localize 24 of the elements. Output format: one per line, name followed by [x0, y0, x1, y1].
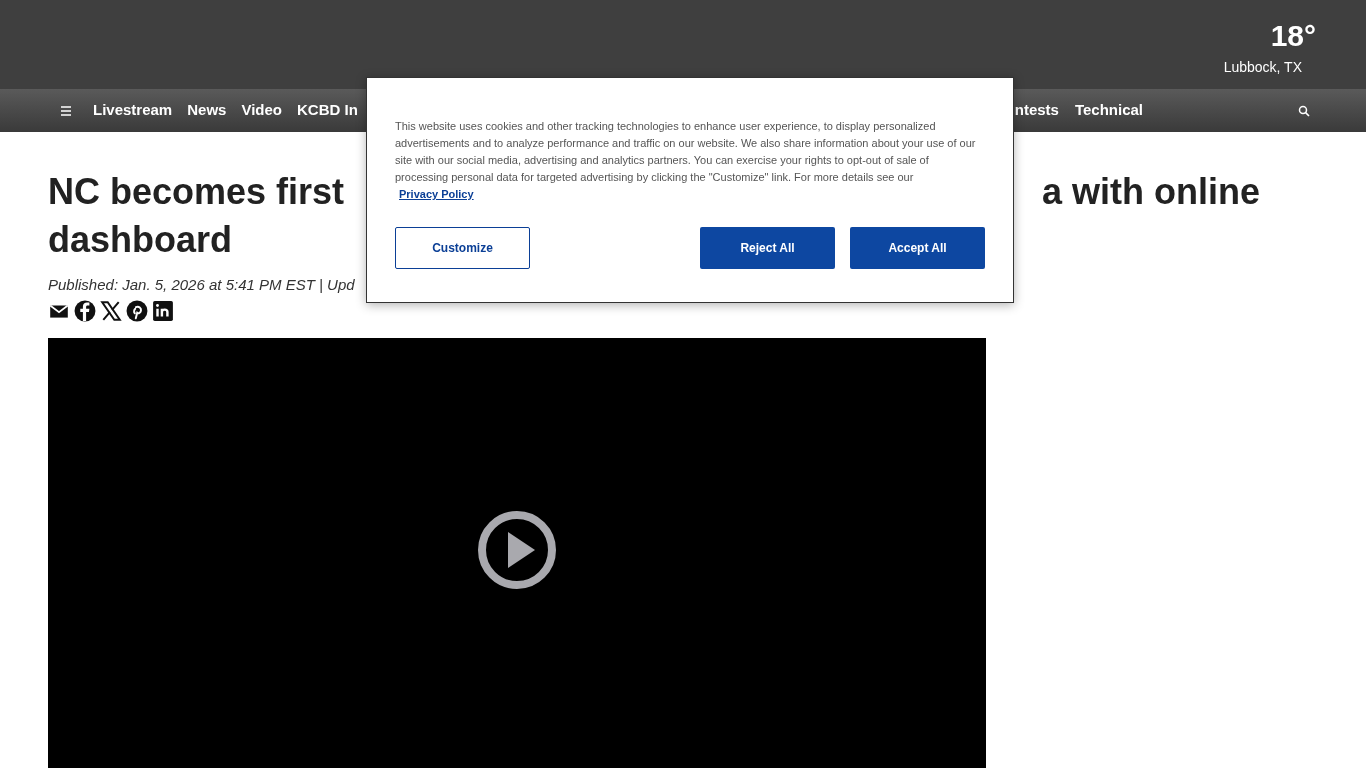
privacy-policy-link[interactable]: Privacy Policy — [399, 188, 474, 200]
consent-button[interactable]: Accept All — [850, 227, 985, 269]
linkedin-icon[interactable] — [152, 300, 174, 322]
search-icon[interactable] — [1298, 104, 1310, 117]
headline: dashboard — [48, 218, 233, 262]
headline: a with online — [1042, 170, 1260, 214]
x-logo-icon[interactable] — [100, 300, 122, 322]
menu-icon[interactable] — [60, 104, 72, 117]
nav-link[interactable]: KCBD In — [297, 99, 358, 122]
play-icon[interactable] — [477, 510, 557, 590]
cookie-notice-text: This website uses cookies and other tracking technologies to enhance user experience, to display personalized advertisements and to analyze performance and traffic on our website. We also share information about your use of our site with our social media, advertising and analytics partners. You can exercise your rights to opt-out of sale of processing personal data for targeted advertising by clicking the "Customize" link. For more details see our Privacy Policy — [395, 119, 977, 202]
nav-link[interactable]: Livestream — [93, 99, 173, 122]
consent-button[interactable]: Reject All — [700, 227, 835, 269]
nav-link[interactable]: News — [187, 99, 227, 122]
facebook-icon[interactable] — [74, 300, 96, 322]
pinterest-icon[interactable] — [126, 300, 148, 322]
nav-link[interactable]: Video — [241, 99, 282, 122]
byline: Published: Jan. 5, 2026 at 5:41 PM EST | Upd — [48, 275, 355, 295]
temperature: 18° — [1270, 18, 1316, 54]
location-label: Lubbock, TX — [1223, 58, 1302, 76]
nav-link[interactable]: ntests — [1014, 99, 1059, 122]
customize-button[interactable]: Customize — [395, 227, 530, 269]
headline: NC becomes first — [48, 170, 345, 214]
nav-link[interactable]: Technical — [1074, 99, 1143, 122]
